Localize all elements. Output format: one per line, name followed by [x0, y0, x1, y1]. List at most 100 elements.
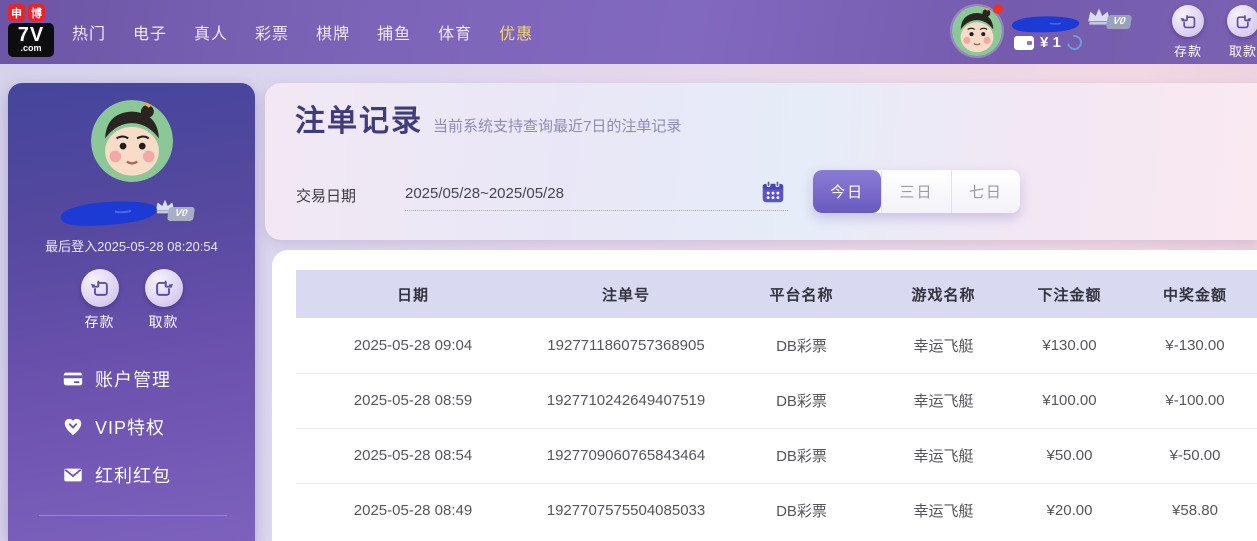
user-avatar[interactable]: [952, 6, 1002, 56]
card-icon: [62, 368, 84, 390]
page-subtitle: 当前系统支持查询最近7日的注单记录: [433, 118, 682, 135]
table-row: 2025-05-28 08:59 1927710242649407519 DB彩票幸…: [296, 373, 1257, 429]
tab-3days[interactable]: 三日: [881, 170, 951, 213]
sidebar-divider: [39, 515, 227, 516]
sidebar-item-bonus[interactable]: 红利红包: [8, 451, 255, 499]
logo-text: 7V: [17, 24, 45, 46]
withdraw-label: 取款: [148, 314, 179, 330]
sidebar-item-account[interactable]: 账户管理: [8, 355, 255, 403]
withdraw-label: 取款: [1228, 44, 1257, 59]
envelope-icon: [62, 464, 84, 486]
date-range-tabs: 今日 三日 七日: [813, 170, 1020, 213]
menu-label-vip: VIP特权: [95, 418, 166, 438]
date-filter-label: 交易日期: [296, 188, 357, 205]
nav-item-fishing[interactable]: 捕鱼: [377, 20, 411, 44]
cell-bet_no: 1927709060765843464: [530, 428, 722, 484]
cell-game: 幸运飞艇: [913, 503, 974, 521]
cell-date: 2025-05-28 08:54: [296, 428, 530, 484]
page-header-card: 注单记录 当前系统支持查询最近7日的注单记录 交易日期 2025/05/28~2…: [265, 83, 1257, 240]
calendar-icon[interactable]: [760, 179, 786, 205]
records-card: 日期 注单号 平台名称 游戏名称 下注金额 中奖金额 2025-05-28 09:04 19…: [272, 250, 1257, 541]
vip-level-tag: V0: [1106, 15, 1133, 29]
topbar-quick-withdraw[interactable]: 取款: [1227, 5, 1257, 60]
menu-label-bonus: 红利红包: [95, 466, 171, 486]
table-header-row: 日期 注单号 平台名称 游戏名称 下注金额 中奖金额: [296, 270, 1257, 318]
cell-platform: DB彩票: [722, 318, 881, 374]
app-window: 申 博 7V .com 热门 电子 真人 彩票 棋牌 捕鱼 体育 优惠 V0 ¥ 1 存款 取款: [0, 0, 1257, 541]
sidebar-action-deposit[interactable]: 存款: [80, 269, 119, 332]
nav-item-sports[interactable]: 体育: [438, 20, 472, 44]
col-bet_amount: 下注金额: [1006, 270, 1133, 318]
cell-win_amount: ¥-50.00: [1133, 428, 1257, 484]
cell-win_amount: ¥58.80: [1172, 502, 1218, 520]
balance-amount: ¥ 1: [1040, 34, 1061, 51]
cell-bet_amount: ¥20.00: [1046, 502, 1093, 520]
gem-icon: [62, 416, 84, 438]
sidebar: V0 最后登入2025-05-28 08:20:54 存款 取款 账户管理 VIP特…: [8, 83, 255, 541]
brand-logo[interactable]: 申 博 7V .com: [8, 4, 64, 60]
logo-badges: 申 博: [8, 4, 64, 21]
date-range-field[interactable]: 2025/05/28~2025/05/28: [405, 169, 788, 211]
menu-label-account: 账户管理: [95, 370, 171, 390]
deposit-label: 存款: [1173, 44, 1202, 59]
vip-level-tag: V0: [167, 207, 196, 221]
logo-suffix: .com: [20, 43, 42, 53]
tab-7days[interactable]: 七日: [950, 170, 1020, 213]
date-range-value: 2025/05/28~2025/05/28: [405, 185, 564, 202]
cell-bet_no: 1927710242649407519: [530, 373, 722, 429]
cell-date: 2025-05-28 08:49: [353, 502, 473, 520]
notification-dot: [993, 4, 1003, 14]
cell-platform: DB彩票: [722, 428, 881, 484]
col-date: 日期: [296, 270, 530, 318]
cell-date: 2025-05-28 08:59: [296, 373, 530, 429]
nav-item-slots[interactable]: 电子: [133, 20, 167, 44]
nav-item-hot[interactable]: 热门: [72, 20, 106, 44]
table-row: 2025-05-28 09:04 1927711860757368905 DB彩票幸…: [296, 318, 1257, 374]
cell-game: 幸运飞艇: [881, 373, 1006, 429]
col-win_amount: 中奖金额: [1133, 270, 1257, 318]
cell-platform: DB彩票: [776, 503, 827, 521]
bet-table: 日期 注单号 平台名称 游戏名称 下注金额 中奖金额 2025-05-28 09:04 19…: [296, 270, 1257, 538]
sidebar-quick-actions: 存款 取款: [8, 269, 255, 332]
col-game: 游戏名称: [881, 270, 1006, 318]
refresh-balance-icon[interactable]: [1063, 32, 1085, 53]
cell-bet_amount: ¥100.00: [1006, 373, 1133, 429]
sidebar-item-vip[interactable]: VIP特权: [8, 403, 255, 451]
wallet-icon: [1014, 35, 1034, 50]
bet-table-body: 2025-05-28 09:04 1927711860757368905 DB彩票幸…: [296, 318, 1257, 538]
cell-bet_amount: ¥130.00: [1006, 318, 1133, 374]
page-title: 注单记录: [295, 105, 423, 138]
logo-badge-1: 申: [8, 4, 25, 21]
deposit-icon: [1172, 5, 1204, 37]
sidebar-action-withdraw[interactable]: 取款: [144, 269, 183, 332]
table-row: 2025-05-28 08:54 1927709060765843464 DB彩票幸…: [296, 428, 1257, 484]
nav-item-lottery[interactable]: 彩票: [255, 20, 289, 44]
vip-badge: V0: [1086, 6, 1138, 32]
avatar-image: [91, 100, 173, 182]
last-login-text: 最后登入2025-05-28 08:20:54: [45, 239, 218, 254]
logo-box: 7V .com: [8, 23, 54, 57]
cell-date: 2025-05-28 09:04: [296, 318, 530, 374]
nav-item-cards[interactable]: 棋牌: [316, 20, 350, 44]
avatar-image: [952, 6, 1002, 56]
title-row: 注单记录 当前系统支持查询最近7日的注单记录: [295, 96, 681, 140]
nav-item-promo[interactable]: 优惠: [499, 20, 533, 44]
deposit-icon: [80, 269, 119, 307]
cell-platform: DB彩票: [722, 373, 881, 429]
censored-username: [1008, 14, 1082, 34]
cell-bet_no: 1927711860757368905: [530, 318, 722, 374]
withdraw-icon: [1227, 5, 1257, 37]
nav-item-live[interactable]: 真人: [194, 20, 228, 44]
col-bet_no: 注单号: [530, 270, 722, 318]
sidebar-avatar[interactable]: [91, 100, 173, 182]
deposit-label: 存款: [84, 314, 115, 330]
tab-today[interactable]: 今日: [813, 170, 882, 213]
cell-win_amount: ¥-130.00: [1133, 318, 1257, 374]
bet-table-head: 日期 注单号 平台名称 游戏名称 下注金额 中奖金额: [296, 270, 1257, 318]
topbar-quick-deposit[interactable]: 存款: [1172, 5, 1204, 60]
cell-game: 幸运飞艇: [881, 318, 1006, 374]
top-navbar: 申 博 7V .com 热门 电子 真人 彩票 棋牌 捕鱼 体育 优惠 V0 ¥ 1 存款 取款: [0, 0, 1257, 64]
censored-username: [53, 196, 162, 230]
logo-badge-2: 博: [28, 4, 45, 21]
cell-game: 幸运飞艇: [881, 428, 1006, 484]
